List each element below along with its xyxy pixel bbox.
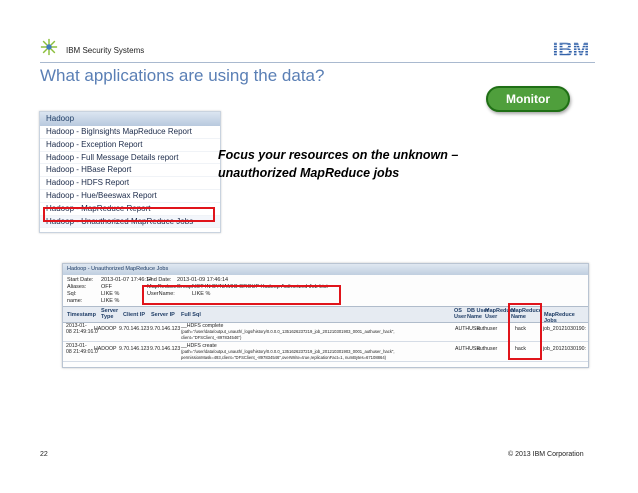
callout-text: Focus your resources on the unknown – un… bbox=[218, 146, 518, 182]
report-menu-title: Hadoop bbox=[40, 112, 220, 126]
callout-line-1: Focus your resources on the unknown – bbox=[218, 148, 459, 162]
aliases-label: Aliases: bbox=[67, 284, 87, 290]
row-mapreduce-job: job_20121030190: bbox=[543, 346, 586, 352]
col-server-ip[interactable]: Server IP bbox=[151, 312, 175, 318]
page-number: 22 bbox=[40, 451, 48, 458]
svg-text:IBM: IBM bbox=[553, 39, 590, 60]
end-date-value: 2013-01-09 17:46:14 bbox=[177, 277, 229, 283]
slide-title: What applications are using the data? bbox=[40, 66, 325, 85]
highlight-filter-group bbox=[142, 285, 341, 305]
start-date-label: Start Date: bbox=[67, 277, 94, 283]
col-timestamp[interactable]: Timestamp bbox=[67, 312, 96, 318]
header-divider bbox=[40, 62, 595, 63]
row-client-ip: 9.70.146.123 bbox=[119, 346, 150, 352]
menu-item-hdfs-report[interactable]: Hadoop - HDFS Report bbox=[40, 177, 220, 190]
col-full-sql[interactable]: Full Sql bbox=[181, 312, 201, 318]
col-mapreduce-user-2: User bbox=[485, 314, 498, 320]
start-date-value: 2013-01-07 17:46:14 bbox=[101, 277, 153, 283]
row-sql-line-3: permissionMask=493,client="DFSClient_-89… bbox=[181, 355, 387, 360]
row-server-ip: 9.70.146.123 bbox=[150, 326, 181, 332]
col-os-user-2: User bbox=[454, 314, 467, 320]
row-mapreduce-user: authuser bbox=[477, 346, 498, 352]
highlight-mapreduce-name-column bbox=[508, 303, 542, 360]
ibm-security-star-logo bbox=[40, 38, 58, 56]
menu-item-biginsights-report[interactable]: Hadoop - BigInsights MapReduce Report bbox=[40, 126, 220, 139]
callout-line-2: unauthorized MapReduce jobs bbox=[218, 166, 400, 180]
name-value: LIKE % bbox=[101, 298, 120, 304]
menu-item-full-message-report[interactable]: Hadoop - Full Message Details report bbox=[40, 152, 220, 165]
row-mapreduce-job: job_20121030190: bbox=[543, 326, 586, 332]
row-server-type: HADOOP bbox=[94, 346, 117, 352]
name-label: name: bbox=[67, 298, 83, 304]
col-db-user-2: Name bbox=[467, 314, 482, 320]
filter-panel-left: Start Date: 2013-01-07 17:46:14 Aliases: O… bbox=[67, 277, 152, 305]
row-server-type: HADOOP bbox=[94, 326, 117, 332]
row-sql-line-3: client="DFSClient_-897834546") bbox=[181, 335, 242, 340]
menu-item-exception-report[interactable]: Hadoop - Exception Report bbox=[40, 139, 220, 152]
col-client-ip[interactable]: Client IP bbox=[123, 312, 145, 318]
col-server-type-2: Type bbox=[101, 314, 114, 320]
company-name: IBM Security Systems bbox=[66, 46, 145, 55]
menu-item-hbase-report[interactable]: Hadoop - HBase Report bbox=[40, 164, 220, 178]
ibm-logo: IBM bbox=[553, 39, 590, 60]
sql-label: Sql: bbox=[67, 291, 77, 297]
sql-value: LIKE % bbox=[101, 291, 120, 297]
monitor-badge: Monitor bbox=[486, 86, 570, 112]
copyright: © 2013 IBM Corporation bbox=[508, 451, 584, 458]
aliases-value: OFF bbox=[101, 284, 112, 290]
jobs-report-title: Hadoop - Unauthorized MapReduce Jobs bbox=[63, 264, 588, 275]
row-mapreduce-user: authuser bbox=[477, 326, 498, 332]
row-timestamp-2: 08 21:49:01.0 bbox=[66, 349, 98, 355]
row-client-ip: 9.70.146.123 bbox=[119, 326, 150, 332]
row-timestamp-2: 08 21:49:16.0 bbox=[66, 329, 98, 335]
menu-item-hue-beeswax-report[interactable]: Hadoop - Hue/Beeswax Report bbox=[40, 190, 220, 203]
end-date-label: End Date: bbox=[147, 277, 172, 283]
highlight-unauthorized-report bbox=[43, 207, 215, 222]
row-server-ip: 9.70.146.123 bbox=[150, 346, 181, 352]
